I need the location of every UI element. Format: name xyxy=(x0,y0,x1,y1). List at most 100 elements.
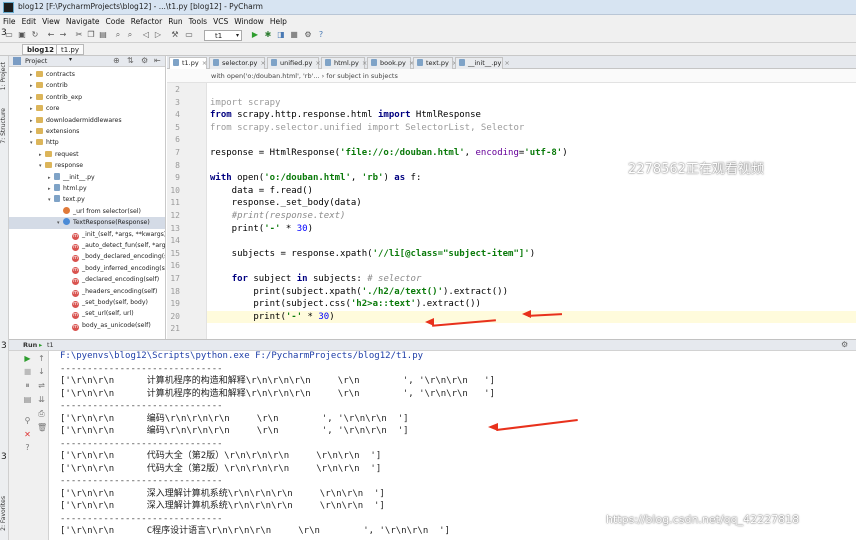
help-icon[interactable]: ? xyxy=(23,443,32,452)
tree-item[interactable]: ▸ extensions xyxy=(9,126,165,137)
close-icon[interactable]: × xyxy=(202,59,207,67)
back-arrow-icon[interactable]: ← xyxy=(46,30,56,40)
trash-icon[interactable]: 🗑 xyxy=(37,423,47,432)
settings-icon[interactable]: ⚙ xyxy=(303,30,313,40)
tree-item[interactable]: m _init_(self, *args, **kwargs) xyxy=(9,229,165,240)
breadcrumb-file[interactable]: t1.py xyxy=(56,44,85,55)
chevron-down-icon[interactable]: ▾ xyxy=(69,56,72,63)
menu-item-code[interactable]: Code xyxy=(103,15,128,28)
tree-item[interactable]: ▾ http xyxy=(9,137,165,148)
tree-item[interactable]: ▸ contracts xyxy=(9,69,165,80)
tab-text-py[interactable]: text.py× xyxy=(413,57,457,69)
gear-icon[interactable]: ⚙ xyxy=(141,56,148,65)
scroll-to-end-icon[interactable]: ⇊ xyxy=(37,395,46,404)
cut-icon[interactable]: ✂ xyxy=(74,30,84,40)
code-line[interactable]: data = f.read() xyxy=(210,185,313,198)
menu-item-window[interactable]: Window xyxy=(231,15,267,28)
tree-item[interactable]: m _set_body(self, body) xyxy=(9,297,165,308)
code-line[interactable]: with open('o:/douban.html', 'rb') as f: xyxy=(210,172,421,185)
tree-item[interactable]: m _declared_encoding(self) xyxy=(9,274,165,286)
favorites-tool-tab[interactable]: 2: Favorites xyxy=(0,496,9,531)
tab-book-py[interactable]: book.py × xyxy=(367,57,414,69)
menu-item-run[interactable]: Run xyxy=(165,15,185,28)
code-line[interactable]: import scrapy xyxy=(210,97,280,110)
run-icon[interactable]: ▶ xyxy=(250,30,260,40)
code-line[interactable]: print(subject.xpath('./h2/a/text()').ext… xyxy=(210,286,508,299)
soft-wrap-icon[interactable]: ⇌ xyxy=(37,381,46,390)
sync-target-icon[interactable]: ⊕ xyxy=(113,56,120,65)
tree-item[interactable]: m _headers_encoding(self) xyxy=(9,286,165,297)
tab-selector-py[interactable]: selector.py × xyxy=(209,57,266,69)
code-line[interactable]: print('-' * 30) xyxy=(207,310,856,324)
menu-item-edit[interactable]: Edit xyxy=(19,15,40,28)
menu-item-tools[interactable]: Tools xyxy=(186,15,210,28)
tree-item[interactable]: ▾ TextResponse(Response) xyxy=(9,217,165,229)
tab-init-py[interactable]: __init__.py × xyxy=(455,57,510,69)
copy-icon[interactable]: ❐ xyxy=(86,30,96,40)
tree-item[interactable]: ▸ contrib_exp xyxy=(9,92,165,103)
sync-icon[interactable]: ↻ xyxy=(30,30,40,40)
code-line[interactable]: response = HtmlResponse('file://o:/douba… xyxy=(210,147,568,160)
tab-html-py[interactable]: html.py × xyxy=(321,57,367,69)
code-line[interactable]: #print(response.text) xyxy=(210,210,346,223)
code-line[interactable]: for subject in subjects: # selector xyxy=(210,273,422,286)
code-line[interactable]: print('-' * 30) xyxy=(210,223,313,236)
pin-icon[interactable]: ⚲ xyxy=(23,416,32,425)
rerun-icon[interactable]: ▶ xyxy=(23,354,32,363)
tree-item[interactable]: m _body_inferred_encoding(self) xyxy=(9,263,165,274)
menu-item-view[interactable]: View xyxy=(39,15,63,28)
replace-icon[interactable]: ⌕ xyxy=(125,30,135,40)
forward-arrow-icon[interactable]: → xyxy=(58,30,68,40)
run-config-icon[interactable]: ▭ xyxy=(184,30,194,40)
save-icon[interactable]: ▣ xyxy=(17,30,27,40)
scroll-up-icon[interactable]: ↑ xyxy=(37,354,46,363)
build-icon[interactable]: ⚒ xyxy=(170,30,180,40)
menu-item-vcs[interactable]: VCS xyxy=(210,15,231,28)
close-icon[interactable]: × xyxy=(315,59,320,67)
tree-item[interactable]: m _auto_detect_fun(self, *args) xyxy=(9,240,165,251)
print-icon[interactable]: ⎙ xyxy=(37,409,46,418)
close-icon[interactable]: × xyxy=(504,59,509,67)
tree-item[interactable]: ▾ response xyxy=(9,160,165,171)
tree-item[interactable]: ▾ text.py xyxy=(9,194,165,205)
code-line[interactable]: subjects = response.xpath('//li[@class="… xyxy=(210,248,535,261)
pause-icon[interactable]: ⏸ xyxy=(23,381,32,390)
nav-back-icon[interactable]: ◁ xyxy=(141,30,151,40)
tree-item[interactable]: _url from selector(sel) xyxy=(9,206,165,217)
editor-breadcrumb[interactable]: with open('o:/douban.html', 'rb'... › fo… xyxy=(167,69,856,83)
tree-item[interactable]: m _set_url(self, url) xyxy=(9,308,165,320)
gear-icon[interactable]: ⚙ xyxy=(841,340,848,349)
menu-item-help[interactable]: Help xyxy=(267,15,290,28)
tree-item[interactable]: ▸ downloadermiddlewares xyxy=(9,115,165,126)
structure-tool-tab[interactable]: 7: Structure xyxy=(0,108,9,144)
collapse-all-icon[interactable]: ⇅ xyxy=(127,56,134,65)
run-tab-label[interactable]: t1 xyxy=(47,341,54,349)
close-icon[interactable]: × xyxy=(260,59,265,67)
scroll-down-icon[interactable]: ↓ xyxy=(37,367,46,376)
code-editor[interactable]: import scrapy from scrapy.http.response.h… xyxy=(207,83,856,339)
breadcrumb-project[interactable]: blog12 xyxy=(22,44,59,55)
stop-icon[interactable]: ■ xyxy=(289,30,299,40)
find-icon[interactable]: ⌕ xyxy=(113,30,123,40)
code-line[interactable]: from scrapy.selector.unified import Sele… xyxy=(210,122,524,135)
project-tool-tab[interactable]: 1: Project xyxy=(0,62,9,90)
tree-item[interactable]: ▸ core xyxy=(9,103,165,114)
close-icon[interactable]: ✕ xyxy=(23,430,32,439)
tree-item[interactable]: ▸ request xyxy=(9,149,165,160)
nav-forward-icon[interactable]: ▷ xyxy=(153,30,163,40)
code-line[interactable]: response._set_body(data) xyxy=(210,197,362,210)
debug-icon[interactable]: ✱ xyxy=(263,30,273,40)
code-line[interactable]: from scrapy.http.response.html import Ht… xyxy=(210,109,481,122)
menu-item-file[interactable]: File xyxy=(0,15,19,28)
run-console[interactable]: F:\pyenvs\blog12\Scripts\python.exe F:/P… xyxy=(50,351,856,540)
coverage-icon[interactable]: ◨ xyxy=(276,30,286,40)
tree-item[interactable]: ▸ html.py xyxy=(9,183,165,194)
run-configuration-select[interactable]: t1 ▾ xyxy=(204,30,242,41)
paste-icon[interactable]: ▤ xyxy=(98,30,108,40)
tree-item[interactable]: m body_as_unicode(self) xyxy=(9,320,165,331)
tab-t1-py[interactable]: t1.py × xyxy=(169,57,207,69)
tree-item[interactable]: ▸ contrib xyxy=(9,80,165,91)
project-view-label[interactable]: Project xyxy=(25,57,47,65)
code-line[interactable]: print(subject.css('h2>a::text').extract(… xyxy=(210,298,481,311)
stop-icon[interactable]: ■ xyxy=(23,367,32,376)
